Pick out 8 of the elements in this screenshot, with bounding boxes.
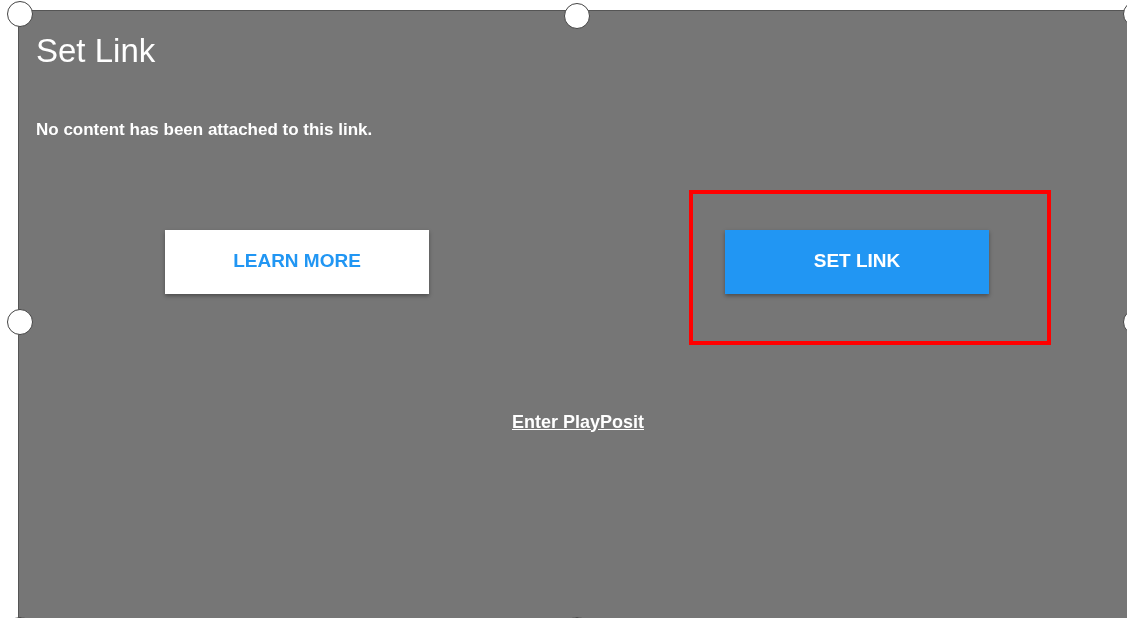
resize-handle[interactable] [564,3,590,29]
learn-more-button[interactable]: LEARN MORE [165,229,429,294]
set-link-button[interactable]: SET LINK [725,229,989,294]
enter-link[interactable]: Enter PlayPosit [511,408,644,436]
message-text: No content has been attached to this link. [36,119,374,141]
resize-handle[interactable] [7,309,33,335]
dialog-title: Set Link [36,31,157,71]
resize-handle[interactable] [7,1,33,27]
